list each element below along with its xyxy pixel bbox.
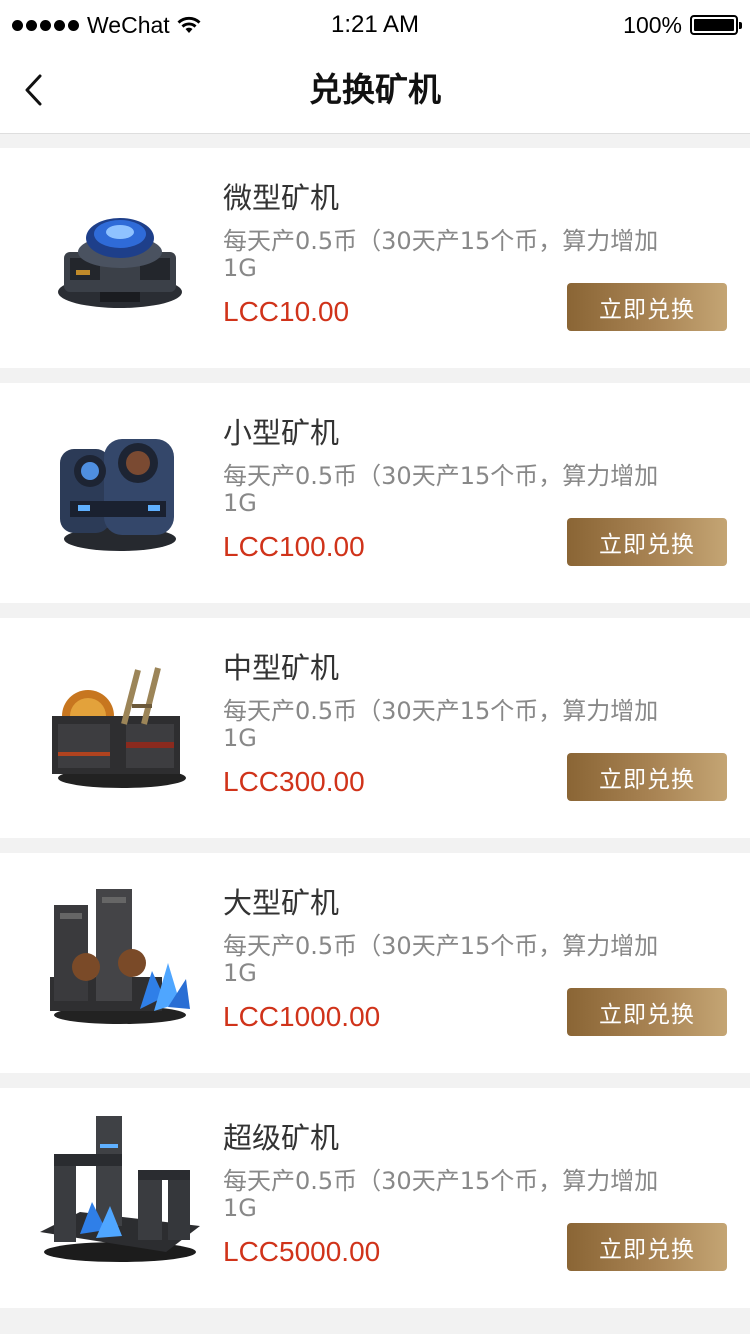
item-description: 每天产0.5币（30天产15个币，算力增加1G	[223, 227, 659, 282]
status-right: 100%	[623, 10, 742, 40]
micro-miner-image	[58, 218, 182, 308]
redeem-button[interactable]: 立即兑换	[567, 988, 727, 1036]
redeem-button[interactable]: 立即兑换	[567, 1223, 727, 1271]
small-miner-image	[60, 439, 176, 551]
item-price: LCC1000.00	[223, 1001, 381, 1032]
miner-list: 微型矿机 每天产0.5币（30天产15个币，算力增加1G LCC10.00 立即…	[0, 148, 750, 1323]
redeem-button[interactable]: 立即兑换	[567, 753, 727, 801]
battery-icon	[690, 15, 742, 35]
list-item: 大型矿机 每天产0.5币（30天产15个币，算力增加1G LCC1000.00 …	[0, 853, 750, 1073]
large-miner-image	[50, 889, 190, 1024]
item-title: 小型矿机	[223, 416, 340, 450]
list-item: 微型矿机 每天产0.5币（30天产15个币，算力增加1G LCC10.00 立即…	[0, 148, 750, 368]
item-description: 每天产0.5币（30天产15个币，算力增加1G	[223, 697, 659, 752]
medium-miner-image	[52, 667, 186, 788]
item-title: 微型矿机	[223, 181, 340, 215]
redeem-button[interactable]: 立即兑换	[567, 518, 727, 566]
item-description: 每天产0.5币（30天产15个币，算力增加1G	[223, 932, 659, 987]
item-title: 大型矿机	[223, 886, 340, 920]
item-description: 每天产0.5币（30天产15个币，算力增加1G	[223, 1167, 659, 1222]
list-item: 超级矿机 每天产0.5币（30天产15个币，算力增加1G LCC5000.00 …	[0, 1088, 750, 1308]
redeem-button[interactable]: 立即兑换	[567, 283, 727, 331]
battery-percent: 100%	[623, 11, 682, 38]
page-title: 兑换矿机	[309, 70, 441, 109]
super-miner-image	[40, 1116, 200, 1262]
status-bar: WeChat 1:21 AM 100%	[0, 0, 750, 52]
item-price: LCC300.00	[223, 766, 365, 797]
item-title: 中型矿机	[223, 651, 340, 685]
item-price: LCC5000.00	[223, 1236, 381, 1267]
list-item: 中型矿机 每天产0.5币（30天产15个币，算力增加1G LCC300.00 立…	[0, 618, 750, 838]
item-price: LCC100.00	[223, 531, 365, 562]
item-description: 每天产0.5币（30天产15个币，算力增加1G	[223, 462, 659, 517]
list-item: 小型矿机 每天产0.5币（30天产15个币，算力增加1G LCC100.00 立…	[0, 383, 750, 603]
nav-bar: 兑换矿机	[0, 52, 750, 134]
item-title: 超级矿机	[223, 1121, 340, 1155]
item-price: LCC10.00	[223, 296, 350, 327]
